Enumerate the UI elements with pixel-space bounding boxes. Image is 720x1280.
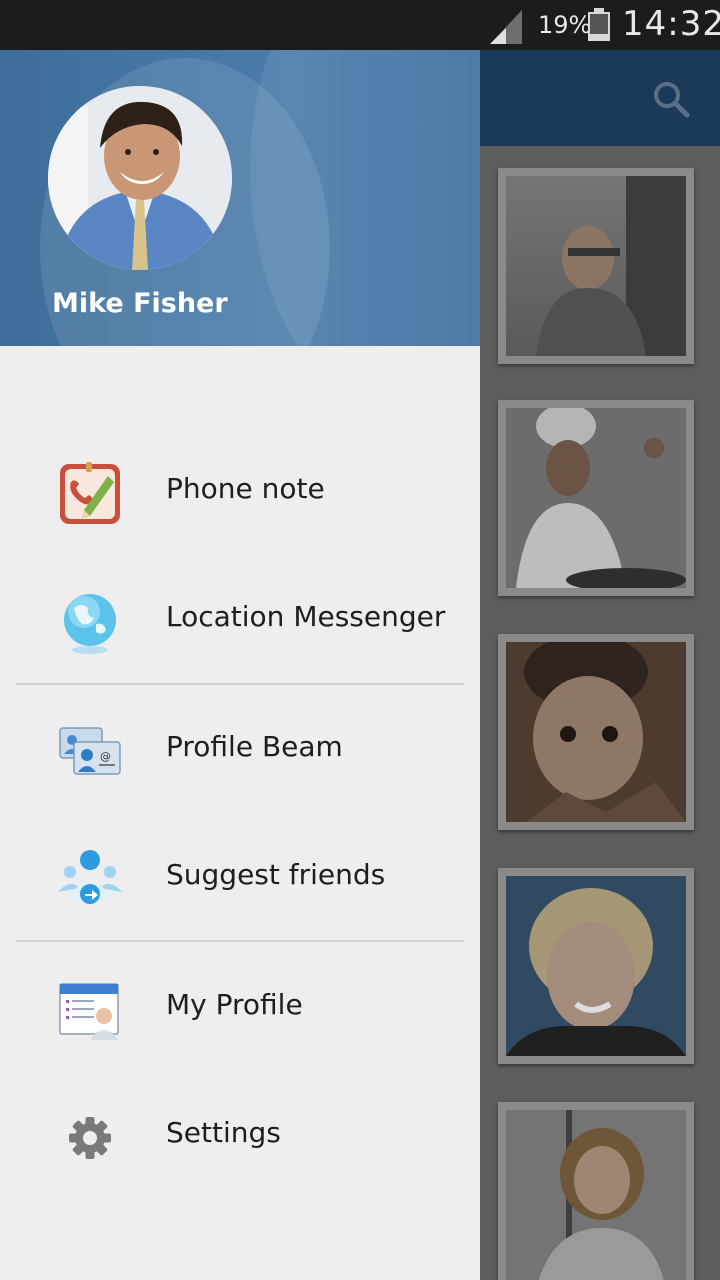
app-toolbar [480,50,720,146]
gear-icon [69,1117,111,1159]
menu-item-label: Profile Beam [166,730,343,763]
contact-photo[interactable] [498,1102,694,1280]
menu-item-label: Location Messenger [166,600,446,633]
globe-icon [64,594,116,654]
contact-photo[interactable] [498,634,694,830]
profile-card-icon [59,983,119,1040]
battery-percentage: 19% [538,11,592,39]
menu-item-label: Settings [166,1116,281,1149]
menu-item-my-profile[interactable]: My Profile [0,944,480,1072]
contact-cards-icon: @ [59,727,121,775]
clock: 14:32 [622,4,720,44]
status-bar: 19% 14:32 [0,0,720,50]
menu-item-label: Suggest friends [166,858,386,891]
drawer-header: Mike Fisher [0,50,480,346]
search-icon[interactable] [652,80,690,118]
contact-photo[interactable] [498,168,694,364]
menu-item-label: My Profile [166,988,303,1021]
user-name: Mike Fisher [52,288,228,319]
background-app [480,50,720,1280]
navigation-drawer: Mike Fisher Phone note Location Messenge… [0,50,480,1280]
contact-photo[interactable] [498,868,694,1064]
menu-item-suggest-friends[interactable]: Suggest friends [0,814,480,942]
menu-item-location-messenger[interactable]: Location Messenger [0,556,480,684]
phone-note-icon [60,462,120,524]
menu-item-settings[interactable]: Settings [0,1072,480,1200]
contact-photo[interactable] [498,400,694,596]
avatar[interactable] [48,86,232,270]
battery-icon [588,8,610,41]
signal-icon [490,10,522,44]
svg-text:@: @ [100,750,111,763]
menu-item-phone-note[interactable]: Phone note [0,428,480,556]
suggest-friends-icon [58,850,122,904]
menu-item-profile-beam[interactable]: @ Profile Beam [0,686,480,814]
divider [16,683,464,685]
menu-item-label: Phone note [166,472,325,505]
divider [16,940,464,942]
